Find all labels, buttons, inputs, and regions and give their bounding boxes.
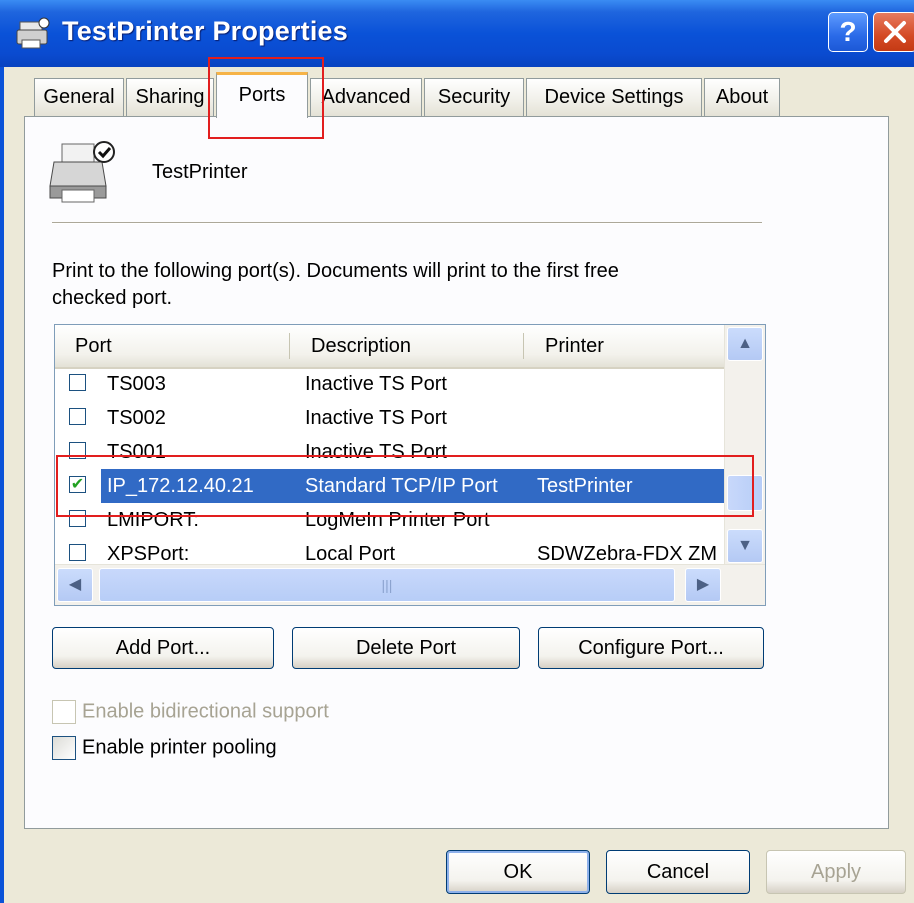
cancel-button[interactable]: Cancel bbox=[606, 850, 750, 894]
separator bbox=[52, 222, 762, 224]
ok-button[interactable]: OK bbox=[446, 850, 590, 894]
bidirectional-support-label: Enable bidirectional support bbox=[82, 700, 329, 723]
tab-sharing[interactable]: Sharing bbox=[126, 78, 214, 116]
port-name: LMIPORT: bbox=[107, 509, 199, 531]
column-divider[interactable] bbox=[289, 333, 290, 359]
port-row-ts001[interactable]: TS001 Inactive TS Port bbox=[55, 435, 725, 469]
window-title: TestPrinter Properties bbox=[62, 16, 348, 46]
port-row-ts003[interactable]: TS003 Inactive TS Port bbox=[55, 367, 725, 401]
bidirectional-support-option: Enable bidirectional support bbox=[52, 700, 329, 724]
column-header-description[interactable]: Description bbox=[311, 325, 411, 367]
scroll-up-button[interactable]: ▲ bbox=[727, 327, 763, 361]
horizontal-scroll-thumb[interactable]: ||| bbox=[99, 568, 675, 602]
horizontal-scrollbar[interactable]: ◀ ||| ▶ bbox=[55, 564, 765, 605]
column-header-port[interactable]: Port bbox=[75, 325, 112, 367]
port-description: Inactive TS Port bbox=[305, 441, 447, 463]
chevron-up-icon: ▲ bbox=[737, 335, 753, 352]
port-printer: TestPrinter bbox=[537, 475, 633, 497]
printer-icon bbox=[49, 141, 115, 203]
ports-list-header: Port Description Printer bbox=[55, 325, 725, 369]
port-description: Standard TCP/IP Port bbox=[305, 475, 498, 497]
port-row-ts002[interactable]: TS002 Inactive TS Port bbox=[55, 401, 725, 435]
close-icon bbox=[884, 21, 906, 43]
printer-properties-icon bbox=[16, 17, 50, 49]
port-row-ip-172-12-40-21[interactable]: ✔ IP_172.12.40.21 Standard TCP/IP Port T… bbox=[55, 469, 725, 503]
scroll-left-button[interactable]: ◀ bbox=[57, 568, 93, 602]
vertical-scrollbar[interactable]: ▲ ▼ bbox=[724, 325, 765, 565]
help-button[interactable]: ? bbox=[828, 12, 868, 52]
scroll-right-button[interactable]: ▶ bbox=[685, 568, 721, 602]
port-checkbox-checked[interactable]: ✔ bbox=[69, 476, 86, 493]
apply-button: Apply bbox=[766, 850, 906, 894]
tab-general[interactable]: General bbox=[34, 78, 124, 116]
chevron-down-icon: ▼ bbox=[737, 537, 753, 554]
port-row-lmiport[interactable]: LMIPORT: LogMeIn Printer Port bbox=[55, 503, 725, 537]
tab-ports[interactable]: Ports bbox=[216, 72, 308, 118]
port-name: TS003 bbox=[107, 373, 166, 395]
port-description: Inactive TS Port bbox=[305, 407, 447, 429]
column-divider[interactable] bbox=[523, 333, 524, 359]
port-name: TS001 bbox=[107, 441, 166, 463]
printer-pooling-label[interactable]: Enable printer pooling bbox=[82, 736, 277, 758]
port-checkbox[interactable] bbox=[69, 408, 86, 425]
tab-about[interactable]: About bbox=[704, 78, 780, 116]
port-checkbox[interactable] bbox=[69, 510, 86, 527]
chevron-left-icon: ◀ bbox=[68, 576, 82, 593]
port-description: LogMeIn Printer Port bbox=[305, 509, 490, 531]
port-checkbox[interactable] bbox=[69, 374, 86, 391]
printer-pooling-option[interactable]: Enable printer pooling bbox=[52, 736, 277, 760]
configure-port-button[interactable]: Configure Port... bbox=[538, 627, 764, 669]
column-header-printer[interactable]: Printer bbox=[545, 325, 604, 367]
printer-name: TestPrinter bbox=[152, 161, 248, 183]
tab-device-settings[interactable]: Device Settings bbox=[526, 78, 702, 116]
window-frame-left bbox=[0, 67, 4, 903]
ports-list[interactable]: Port Description Printer TS003 Inactive … bbox=[54, 324, 766, 606]
port-name: IP_172.12.40.21 bbox=[107, 475, 254, 497]
port-checkbox[interactable] bbox=[69, 544, 86, 561]
tab-security[interactable]: Security bbox=[424, 78, 524, 116]
vertical-scroll-thumb[interactable] bbox=[727, 475, 763, 511]
add-port-button[interactable]: Add Port... bbox=[52, 627, 274, 669]
delete-port-button[interactable]: Delete Port bbox=[292, 627, 520, 669]
tab-advanced[interactable]: Advanced bbox=[310, 78, 422, 116]
chevron-right-icon: ▶ bbox=[696, 576, 710, 593]
port-name: TS002 bbox=[107, 407, 166, 429]
ports-instructions: Print to the following port(s). Document… bbox=[52, 260, 619, 309]
port-description: Inactive TS Port bbox=[305, 373, 447, 395]
scroll-down-button[interactable]: ▼ bbox=[727, 529, 763, 563]
bidirectional-support-checkbox bbox=[52, 700, 76, 724]
close-button[interactable] bbox=[873, 12, 914, 52]
port-checkbox[interactable] bbox=[69, 442, 86, 459]
printer-pooling-checkbox[interactable] bbox=[52, 736, 76, 760]
title-bar: TestPrinter Properties ? bbox=[0, 0, 914, 67]
